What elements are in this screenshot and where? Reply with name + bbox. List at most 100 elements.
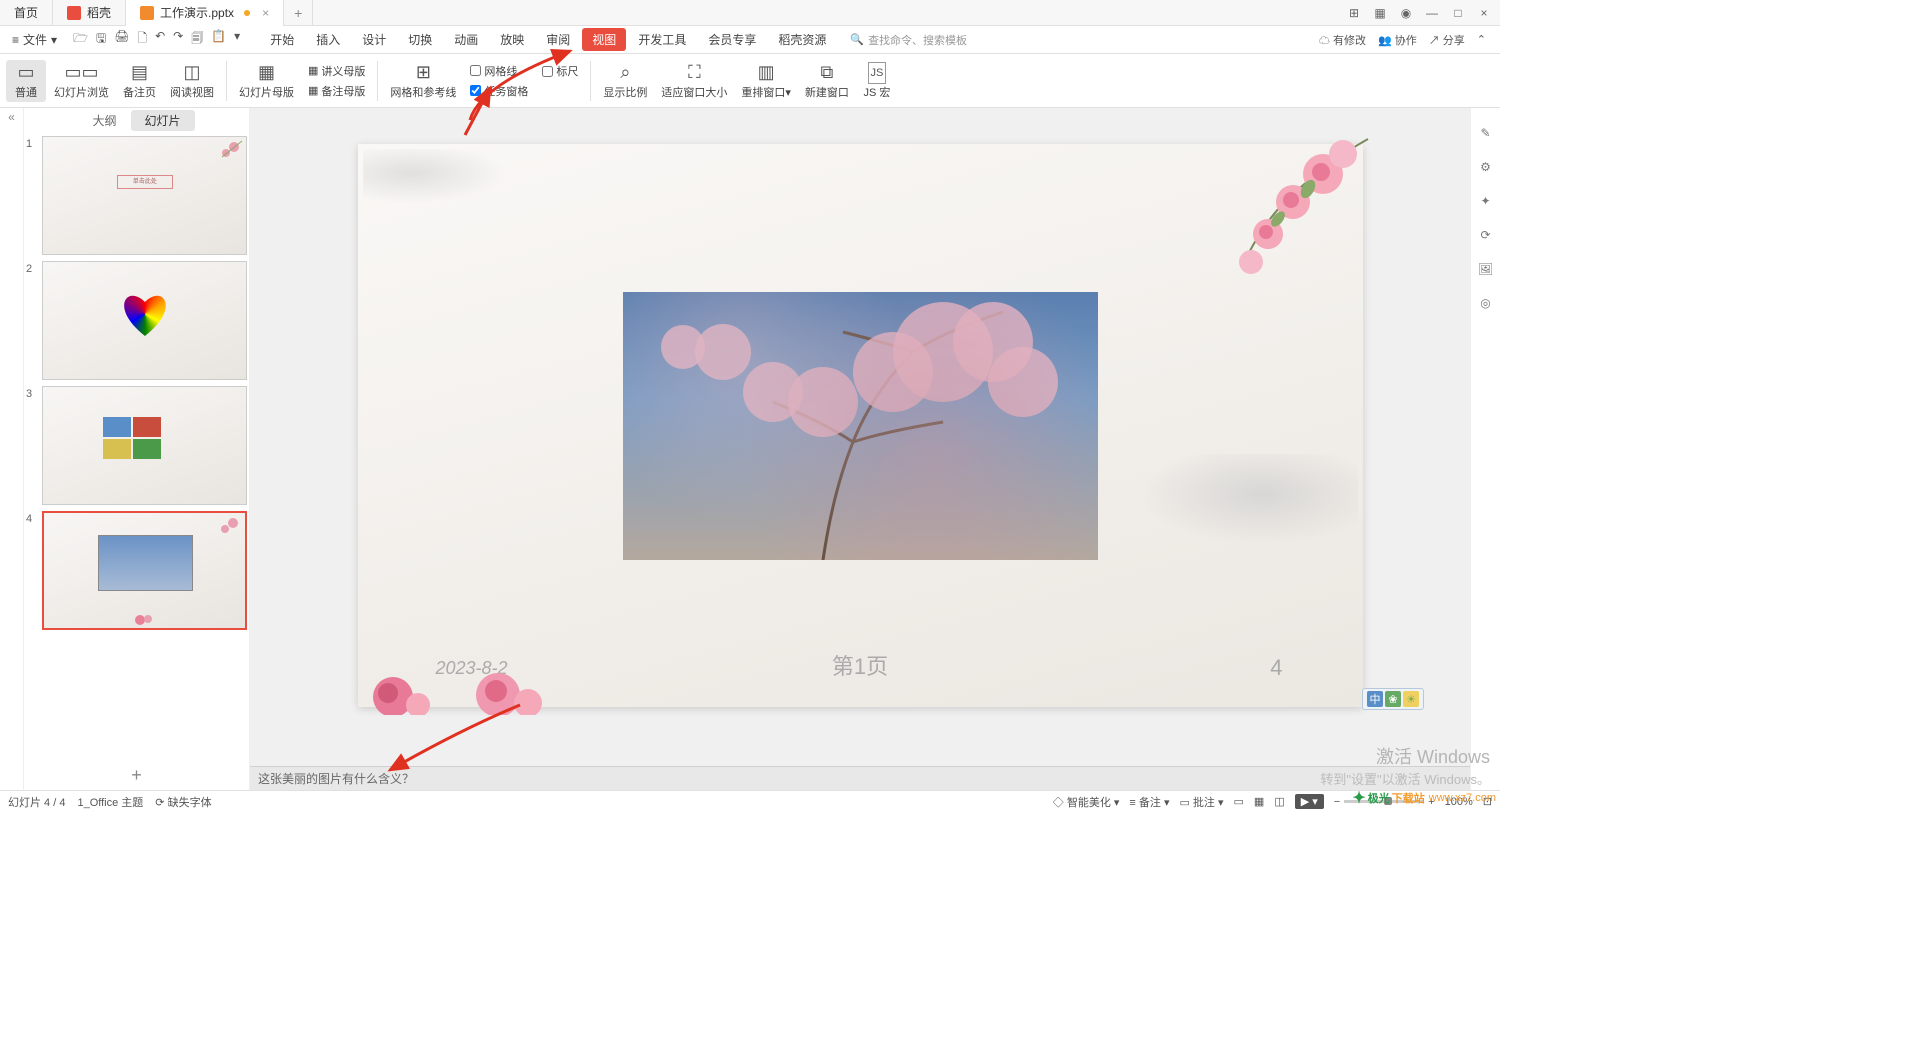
tab-view[interactable]: 视图 — [582, 28, 626, 51]
slide-number: 2 — [26, 261, 38, 380]
master-icon: ▦ — [258, 62, 275, 84]
view-notes[interactable]: ▤备注页 — [117, 60, 162, 102]
windows-watermark: 激活 Windows 转到"设置"以激活 Windows。 — [1320, 743, 1490, 788]
new-tab-button[interactable]: + — [284, 0, 313, 26]
gridlines-checkbox[interactable]: 网格线 — [470, 63, 528, 79]
arrange-windows[interactable]: ▥重排窗口▾ — [735, 60, 797, 102]
ppt-icon — [140, 6, 154, 20]
pending-changes[interactable]: ☁ 有修改 — [1319, 32, 1366, 48]
modified-dot — [244, 10, 250, 16]
tab-document[interactable]: 工作演示.pptx× — [126, 0, 284, 26]
tab-insert[interactable]: 插入 — [306, 28, 350, 51]
normal-icon: ▭ — [17, 62, 34, 84]
view-reading[interactable]: ◫阅读视图 — [164, 60, 220, 102]
taskpane-checkbox[interactable]: 任务窗格 — [470, 83, 528, 99]
ime-bar[interactable]: 中❀☀ — [1362, 688, 1424, 710]
apps-icon[interactable]: ▦ — [1372, 5, 1388, 21]
notes-master[interactable]: ▦ 备注母版 — [308, 83, 365, 99]
tab-slideshow[interactable]: 放映 — [490, 28, 534, 51]
ruler-checkbox[interactable]: 标尺 — [542, 63, 578, 79]
file-menu[interactable]: ≡ 文件 ▾ — [6, 29, 63, 50]
collab-button[interactable]: 👥 协作 — [1378, 32, 1417, 48]
open-icon[interactable]: 🗁 — [73, 29, 88, 50]
slide-thumbnail-1[interactable]: 单击此处 — [42, 136, 247, 255]
sidepanel-location-icon[interactable]: ◎ — [1480, 296, 1490, 310]
window-close-icon[interactable]: × — [1476, 5, 1492, 21]
undo-icon[interactable]: ↶ — [155, 29, 165, 50]
minimize-icon[interactable]: — — [1424, 5, 1440, 21]
tab-resources[interactable]: 稻壳资源 — [768, 28, 836, 51]
slide-number: 1 — [26, 136, 38, 255]
slide-image[interactable] — [623, 292, 1098, 560]
tab-transition[interactable]: 切换 — [398, 28, 442, 51]
view-sorter-icon[interactable]: ▦ — [1254, 795, 1264, 808]
slides-tab[interactable]: 幻灯片 — [131, 110, 195, 131]
zoom-icon: ⌕ — [620, 62, 630, 84]
tab-docer[interactable]: 稻壳 — [53, 0, 126, 26]
copy-icon[interactable]: 🗐 — [191, 29, 203, 50]
play-button[interactable]: ▶ ▾ — [1295, 794, 1324, 809]
outline-tab[interactable]: 大纲 — [78, 110, 130, 131]
grid-icon: ⊞ — [416, 62, 431, 84]
sidepanel-image-icon[interactable]: 🖼 — [1478, 262, 1493, 276]
paste-icon[interactable]: 📋 — [211, 29, 226, 50]
js-macro[interactable]: JSJS 宏 — [857, 60, 897, 102]
tab-start[interactable]: 开始 — [260, 28, 304, 51]
zoom-button[interactable]: ⌕显示比例 — [597, 60, 653, 102]
fit-window[interactable]: ⛶适应窗口大小 — [655, 60, 733, 102]
save-icon[interactable]: 🖫 — [96, 29, 106, 50]
docer-icon — [67, 6, 81, 20]
new-window[interactable]: ⧉新建窗口 — [799, 60, 855, 102]
qat-dropdown-icon[interactable]: ▾ — [234, 29, 240, 50]
comments-button[interactable]: ▭ 批注 ▾ — [1179, 794, 1223, 810]
notes-button[interactable]: ≡ 备注 ▾ — [1129, 794, 1169, 810]
js-icon: JS — [868, 62, 887, 84]
site-logo: ✦极光下载站 www.xz7.com — [1352, 788, 1496, 808]
preview-icon[interactable]: 🗋 — [137, 29, 147, 50]
collapse-ribbon-icon[interactable]: ⌃ — [1477, 33, 1486, 46]
newwin-icon: ⧉ — [821, 62, 834, 84]
tab-design[interactable]: 设计 — [352, 28, 396, 51]
sidepanel-transition-icon[interactable]: ⟳ — [1480, 228, 1490, 242]
sidepanel-settings-icon[interactable]: ⚙ — [1480, 160, 1491, 174]
tab-review[interactable]: 审阅 — [536, 28, 580, 51]
redo-icon[interactable]: ↷ — [173, 29, 183, 50]
collapse-panel[interactable]: « — [0, 108, 24, 790]
tab-home[interactable]: 首页 — [0, 0, 53, 26]
sidepanel-design-icon[interactable]: ✎ — [1480, 126, 1490, 140]
search-box[interactable]: 🔍 查找命令、搜索模板 — [850, 32, 967, 48]
maximize-icon[interactable]: □ — [1450, 5, 1466, 21]
slide-page-number: 4 — [1270, 655, 1282, 681]
slide-thumbnail-2[interactable] — [42, 261, 247, 380]
tab-devtools[interactable]: 开发工具 — [628, 28, 696, 51]
print-icon[interactable]: 🖨 — [114, 29, 129, 50]
handout-master[interactable]: ▦ 讲义母版 — [308, 63, 365, 79]
close-icon[interactable]: × — [262, 6, 269, 20]
tab-animation[interactable]: 动画 — [444, 28, 488, 51]
beautify-button[interactable]: ◇ 智能美化 ▾ — [1053, 794, 1120, 810]
decor-branch — [1173, 134, 1373, 304]
view-normal-icon[interactable]: ▭ — [1234, 795, 1244, 808]
arrange-icon: ▥ — [758, 62, 775, 84]
slide-thumbnail-4[interactable] — [42, 511, 247, 630]
view-sorter[interactable]: ▭▭幻灯片浏览 — [48, 60, 115, 102]
zoom-out[interactable]: − — [1334, 796, 1340, 808]
status-theme: 1_Office 主题 — [77, 794, 143, 810]
view-reading-icon[interactable]: ◫ — [1274, 795, 1284, 808]
grid-guides[interactable]: ⊞网格和参考线 — [384, 60, 462, 102]
slide-master[interactable]: ▦幻灯片母版 — [233, 60, 300, 102]
share-button[interactable]: ↗ 分享 — [1429, 32, 1465, 48]
avatar-icon[interactable]: ◉ — [1398, 5, 1414, 21]
layout-icon[interactable]: ⊞ — [1346, 5, 1362, 21]
slide-canvas[interactable]: 2023-8-2 第1页 4 — [358, 144, 1363, 707]
sidepanel-ai-icon[interactable]: ✦ — [1480, 194, 1490, 208]
tab-vip[interactable]: 会员专享 — [698, 28, 766, 51]
notes-pane[interactable]: 这张美丽的图片有什么含义？ — [250, 766, 1470, 790]
status-slide-info: 幻灯片 4 / 4 — [8, 794, 65, 810]
add-slide-button[interactable]: + — [24, 760, 249, 790]
slide-number: 3 — [26, 386, 38, 505]
view-normal[interactable]: ▭普通 — [6, 60, 46, 102]
status-missing-font[interactable]: ⟳ 缺失字体 — [155, 794, 211, 810]
slide-thumbnail-3[interactable] — [42, 386, 247, 505]
reading-icon: ◫ — [183, 62, 200, 84]
